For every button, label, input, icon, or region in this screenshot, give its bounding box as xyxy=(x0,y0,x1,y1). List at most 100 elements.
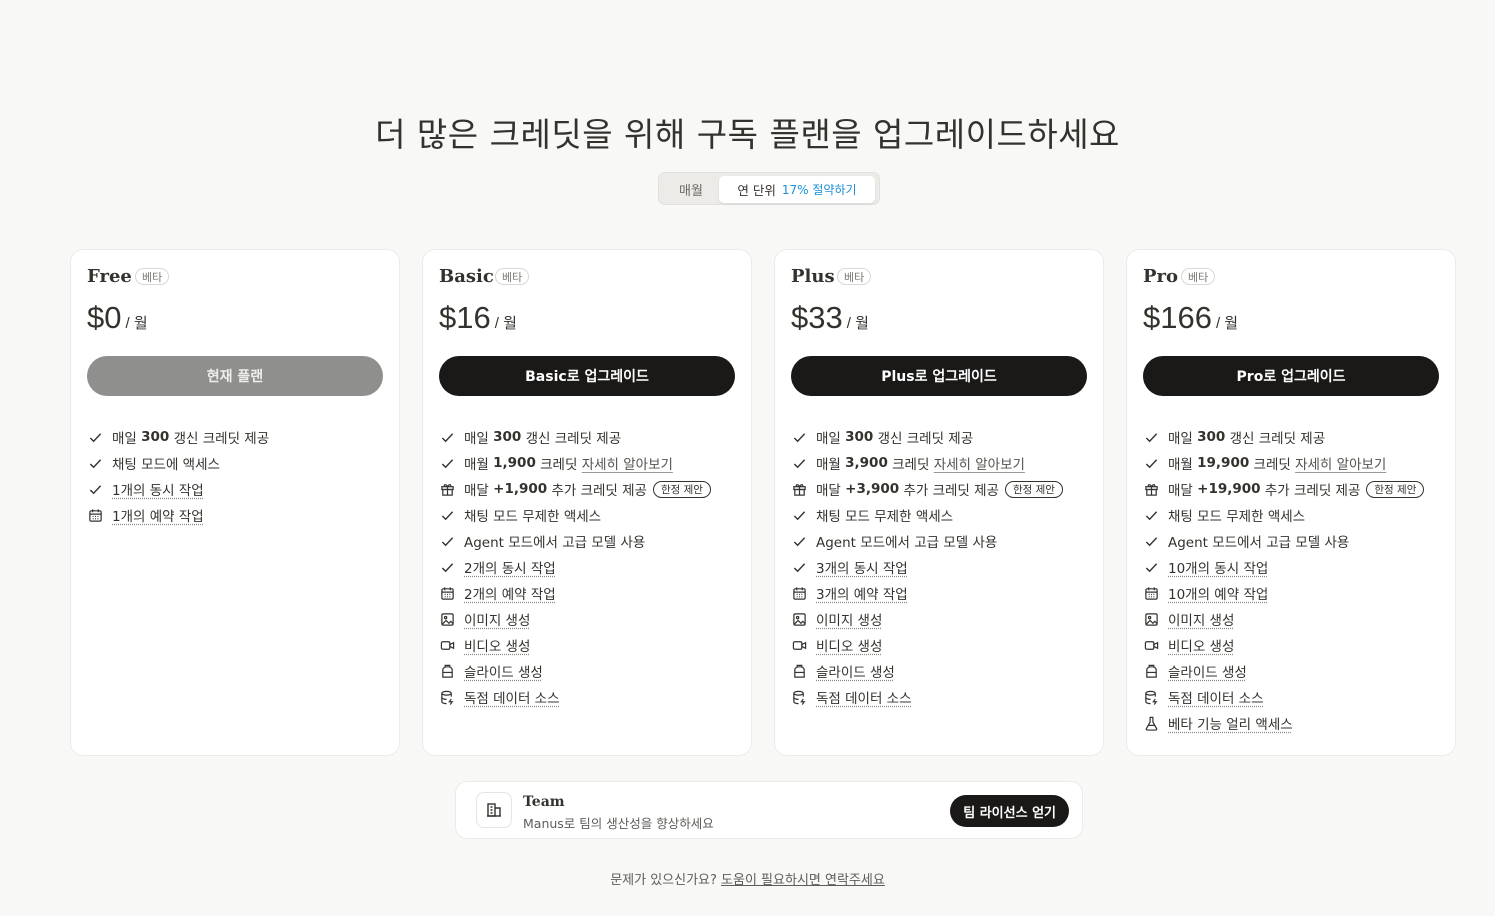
price-amount: $0 xyxy=(87,300,122,335)
feature-item: 매월 3,900 크레딧 자세히 알아보기 xyxy=(791,450,1091,476)
feature-text[interactable]: 이미지 생성 xyxy=(1168,609,1234,629)
feature-item: 매월 19,900 크레딧 자세히 알아보기 xyxy=(1143,450,1443,476)
feature-text: 크레딧 xyxy=(1249,457,1296,473)
learn-more-link[interactable]: 자세히 알아보기 xyxy=(934,453,1025,473)
feature-text[interactable]: 3개의 예약 작업 xyxy=(816,583,908,603)
plan-price: $166/ 월 xyxy=(1143,300,1238,336)
feature-item: 10개의 예약 작업 xyxy=(1143,580,1443,606)
billing-option-monthly[interactable]: 매월 xyxy=(663,176,719,203)
feature-item: 비디오 생성 xyxy=(1143,632,1443,658)
feature-prefix: 매달 xyxy=(464,483,494,499)
feature-item: 매일 300 갱신 크레딧 제공 xyxy=(439,424,739,450)
price-period: / 월 xyxy=(846,315,869,332)
plan-name: Basic xyxy=(439,266,494,287)
team-title: Team xyxy=(523,794,565,810)
check-icon xyxy=(439,507,455,523)
beta-badge: 베타 xyxy=(135,268,170,285)
database-icon xyxy=(791,689,807,705)
feature-item: 매월 1,900 크레딧 자세히 알아보기 xyxy=(439,450,739,476)
slides-icon xyxy=(439,663,455,679)
feature-item: 이미지 생성 xyxy=(791,606,1091,632)
flask-icon xyxy=(1143,715,1159,731)
feature-text: 채팅 모드에 액세스 xyxy=(112,457,220,473)
feature-text[interactable]: 1개의 예약 작업 xyxy=(112,505,204,525)
feature-text[interactable]: 비디오 생성 xyxy=(816,635,882,655)
yearly-label: 연 단위 xyxy=(737,183,776,198)
feature-text[interactable]: 슬라이드 생성 xyxy=(816,661,895,681)
billing-toggle: 매월 연 단위 17% 절약하기 xyxy=(658,172,880,205)
database-icon xyxy=(1143,689,1159,705)
feature-text: 갱신 크레딧 제공 xyxy=(521,431,622,447)
feature-amount: 1,900 xyxy=(493,455,536,471)
feature-item: 비디오 생성 xyxy=(439,632,739,658)
feature-item: 1개의 동시 작업 xyxy=(87,476,387,502)
feature-text[interactable]: 베타 기능 얼리 액세스 xyxy=(1168,713,1293,733)
feature-text[interactable]: 독점 데이터 소스 xyxy=(1168,687,1264,707)
limited-offer-tag: 한정 제안 xyxy=(1366,480,1425,498)
check-icon xyxy=(1143,559,1159,575)
feature-text[interactable]: 이미지 생성 xyxy=(816,609,882,629)
upgrade-basic-button[interactable]: Basic로 업그레이드 xyxy=(439,356,735,396)
feature-item: 슬라이드 생성 xyxy=(1143,658,1443,684)
plan-card-pro: Pro 베타 $166/ 월 Pro로 업그레이드 매일 300 갱신 크레딧 제공 매월… xyxy=(1126,249,1456,756)
feature-item: 매달 +1,900 추가 크레딧 제공 한정 제안 xyxy=(439,476,739,502)
feature-text[interactable]: 슬라이드 생성 xyxy=(1168,661,1247,681)
feature-text: 채팅 모드 무제한 액세스 xyxy=(464,509,602,525)
feature-text[interactable]: 2개의 예약 작업 xyxy=(464,583,556,603)
check-icon xyxy=(1143,429,1159,445)
feature-text: Agent 모드에서 고급 모델 사용 xyxy=(464,535,646,551)
learn-more-link[interactable]: 자세히 알아보기 xyxy=(1295,453,1386,473)
feature-item: 이미지 생성 xyxy=(1143,606,1443,632)
feature-item: Agent 모드에서 고급 모델 사용 xyxy=(439,528,739,554)
feature-prefix: 매월 xyxy=(464,457,494,473)
check-icon xyxy=(439,455,455,471)
check-icon xyxy=(87,455,103,471)
upgrade-pro-button[interactable]: Pro로 업그레이드 xyxy=(1143,356,1439,396)
check-icon xyxy=(1143,507,1159,523)
feature-text[interactable]: 비디오 생성 xyxy=(1168,635,1234,655)
limited-offer-tag: 한정 제안 xyxy=(652,480,711,498)
current-plan-button[interactable]: 현재 플랜 xyxy=(87,356,383,396)
feature-text[interactable]: 독점 데이터 소스 xyxy=(464,687,560,707)
billing-option-yearly[interactable]: 연 단위 17% 절약하기 xyxy=(719,176,875,203)
feature-text[interactable]: 10개의 동시 작업 xyxy=(1168,557,1268,577)
image-icon xyxy=(439,611,455,627)
feature-text[interactable]: 슬라이드 생성 xyxy=(464,661,543,681)
plan-card-plus: Plus 베타 $33/ 월 Plus로 업그레이드 매일 300 갱신 크레딧 제공 매… xyxy=(774,249,1104,756)
plan-name: Plus xyxy=(791,266,835,287)
feature-item: 비디오 생성 xyxy=(791,632,1091,658)
building-icon xyxy=(476,792,512,828)
contact-link[interactable]: 도움이 필요하시면 연락주세요 xyxy=(721,873,885,888)
feature-text: 채팅 모드 무제한 액세스 xyxy=(816,509,954,525)
slides-icon xyxy=(791,663,807,679)
learn-more-link[interactable]: 자세히 알아보기 xyxy=(582,453,673,473)
feature-item: Agent 모드에서 고급 모델 사용 xyxy=(791,528,1091,554)
feature-text[interactable]: 10개의 예약 작업 xyxy=(1168,583,1268,603)
upgrade-plus-button[interactable]: Plus로 업그레이드 xyxy=(791,356,1087,396)
gift-icon xyxy=(1143,481,1159,497)
feature-text[interactable]: 비디오 생성 xyxy=(464,635,530,655)
feature-prefix: 매달 xyxy=(816,483,846,499)
feature-prefix: 매일 xyxy=(464,431,494,447)
check-icon xyxy=(87,429,103,445)
feature-text[interactable]: 2개의 동시 작업 xyxy=(464,557,556,577)
feature-text[interactable]: 1개의 동시 작업 xyxy=(112,479,204,499)
feature-amount: +1,900 xyxy=(493,481,548,497)
feature-list: 매일 300 갱신 크레딧 제공 매월 3,900 크레딧 자세히 알아보기 매달 … xyxy=(791,424,1091,710)
feature-text[interactable]: 3개의 동시 작업 xyxy=(816,557,908,577)
plan-price: $0/ 월 xyxy=(87,300,148,336)
feature-prefix: 매달 xyxy=(1168,483,1198,499)
get-team-license-button[interactable]: 팀 라이선스 얻기 xyxy=(950,795,1069,827)
feature-prefix: 매월 xyxy=(1168,457,1198,473)
plan-name: Pro xyxy=(1143,266,1179,287)
check-icon xyxy=(439,533,455,549)
plan-price: $16/ 월 xyxy=(439,300,517,336)
price-period: / 월 xyxy=(125,315,148,332)
feature-amount: 19,900 xyxy=(1197,455,1250,471)
feature-text[interactable]: 이미지 생성 xyxy=(464,609,530,629)
feature-item: 이미지 생성 xyxy=(439,606,739,632)
price-period: / 월 xyxy=(1215,315,1239,332)
feature-item: 매일 300 갱신 크레딧 제공 xyxy=(87,424,387,450)
feature-item: Agent 모드에서 고급 모델 사용 xyxy=(1143,528,1443,554)
feature-text[interactable]: 독점 데이터 소스 xyxy=(816,687,912,707)
